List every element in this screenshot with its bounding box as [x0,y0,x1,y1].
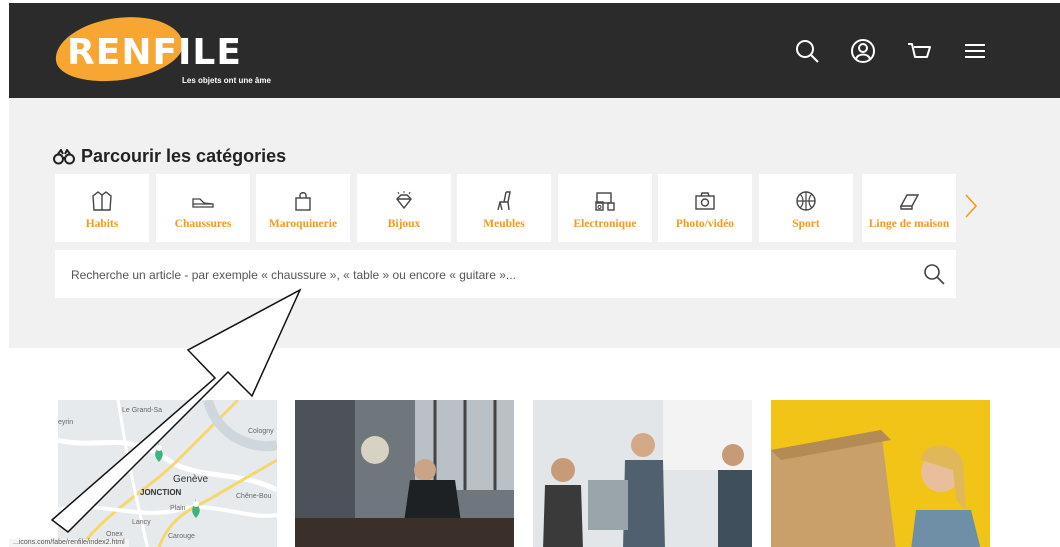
browse-categories-section: Parcourir les catégories Habits Chaussur… [9,98,1060,348]
chair-icon [497,191,511,211]
workshop-photo-card[interactable] [295,400,514,547]
status-bar-url: ...icons.com/fabe/renfile/index2.html [9,539,129,547]
category-label: Bijoux [387,218,421,230]
moving-box-photo [771,400,990,547]
bag-icon [295,192,311,211]
map-label: Genève [173,474,208,485]
search-bar [55,250,956,298]
category-photo-video[interactable]: Photo/vidéo [658,174,752,242]
category-electronique[interactable]: Electronique [558,174,652,242]
category-maroquinerie[interactable]: Maroquinerie [256,174,350,242]
menu-icon[interactable] [961,37,989,65]
category-chaussures[interactable]: Chaussures [156,174,250,242]
logo-text[interactable]: RENFILE [67,33,242,73]
towel-icon [899,194,920,210]
search-icon[interactable] [793,37,821,65]
logo-tagline: Les objets ont une âme [182,76,271,85]
chevron-right-icon[interactable] [964,193,978,224]
category-label: Habits [85,218,119,230]
browse-title: Parcourir les catégories [53,146,286,167]
map-label: Lancy [132,519,151,526]
map-label: Le Grand-Sa [122,407,162,414]
devices-icon [595,192,615,211]
category-label: Chaussures [174,218,232,230]
category-meubles[interactable]: Meubles [457,174,551,242]
map-label: JONCTION [140,488,182,497]
category-label: Meubles [483,218,525,230]
category-list: Habits Chaussures Maroquinerie Bijoux Me… [55,174,959,244]
basketball-icon [796,191,816,211]
camera-icon [695,192,715,210]
diamond-icon [396,191,412,210]
category-label: Maroquinerie [268,218,338,230]
category-label: Linge de maison [868,218,950,230]
moving-box-photo-card[interactable] [771,400,990,547]
shoe-icon [192,198,214,208]
search-input[interactable] [69,262,903,288]
browse-title-text: Parcourir les catégories [81,146,287,166]
category-bijoux[interactable]: Bijoux [357,174,451,242]
category-label: Electronique [573,218,637,230]
user-icon[interactable] [849,37,877,65]
team-photo-card[interactable] [533,400,752,547]
team-photo [533,400,752,547]
map-label: Cologny [248,428,274,435]
search-icon[interactable] [922,262,946,291]
map-label: Onex [106,531,123,538]
site-header: RENFILE Les objets ont une âme [9,3,1060,98]
category-label: Photo/vidéo [675,218,735,230]
browser-viewport: RENFILE Les objets ont une âme Parcourir… [9,3,1060,547]
map-label: Plain [170,505,186,512]
category-linge-de-maison[interactable]: Linge de maison [862,174,956,242]
workshop-photo [295,400,514,547]
map-label: Chêne-Bou [236,493,272,500]
binoculars-icon [53,148,75,164]
jacket-icon [92,191,112,211]
category-sport[interactable]: Sport [759,174,853,242]
geneva-map: Le Grand-Sa eyrin Cologny Genève JONCTIO… [58,400,277,547]
category-habits[interactable]: Habits [55,174,149,242]
map-label: Carouge [168,533,195,540]
featured-cards: Le Grand-Sa eyrin Cologny Genève JONCTIO… [9,348,1060,547]
cart-icon[interactable] [905,37,933,65]
map-label: eyrin [58,419,73,426]
category-label: Sport [792,218,820,230]
map-card[interactable]: Le Grand-Sa eyrin Cologny Genève JONCTIO… [58,400,277,547]
